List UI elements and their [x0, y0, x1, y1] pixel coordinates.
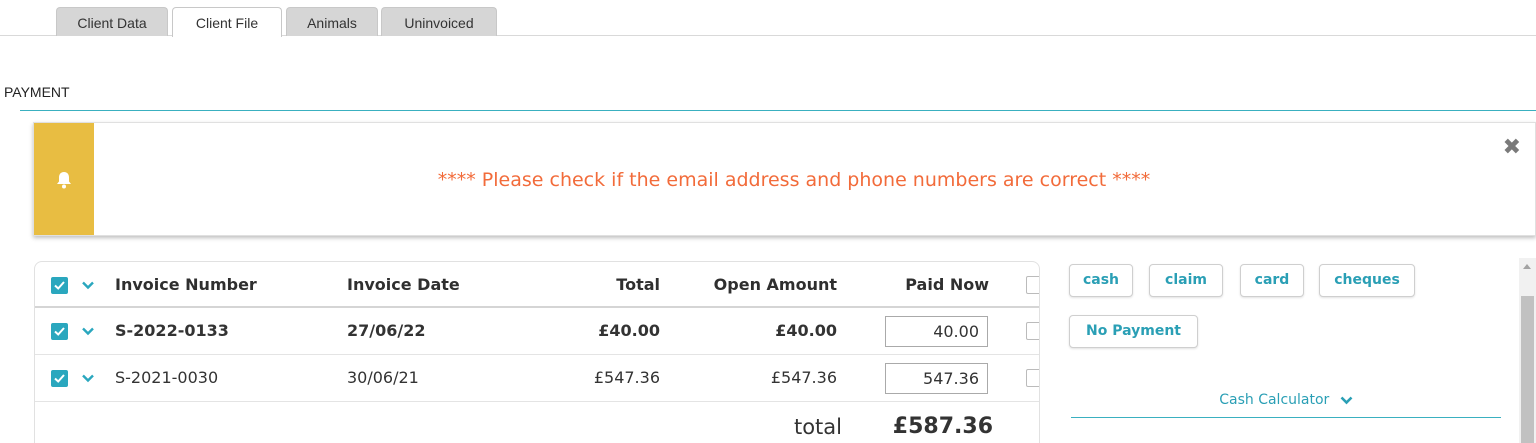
invoice-date: 30/06/21	[347, 368, 419, 387]
table-header-row: Invoice Number Invoice Date Total Open A…	[35, 262, 1039, 308]
invoice-total: £40.00	[598, 321, 660, 340]
paid-now-input[interactable]	[885, 316, 988, 347]
claim-button[interactable]: claim	[1149, 264, 1223, 297]
row-checkbox[interactable]	[51, 370, 68, 387]
section-title: PAYMENT	[4, 84, 70, 100]
tab-client-file[interactable]: Client File	[172, 7, 282, 37]
invoice-total: £547.36	[593, 368, 660, 387]
open-amount: £547.36	[770, 368, 837, 387]
check-icon	[54, 281, 65, 290]
scrollbar-thumb[interactable]	[1521, 296, 1534, 443]
table-row: S-2022-0133 27/06/22 £40.00 £40.00	[35, 308, 1039, 355]
close-icon[interactable]: ✖	[1503, 135, 1521, 160]
alert-banner: **** Please check if the email address a…	[33, 122, 1536, 236]
invoice-number: S-2021-0030	[115, 368, 219, 387]
table-total-row: total £587.36	[35, 402, 1039, 443]
invoice-table: Invoice Number Invoice Date Total Open A…	[34, 261, 1040, 443]
row-extra-checkbox[interactable]	[1026, 322, 1039, 340]
header-open-amount[interactable]: Open Amount	[685, 262, 837, 308]
row-checkbox[interactable]	[51, 323, 68, 340]
check-icon	[54, 327, 65, 336]
tab-uninvoiced[interactable]: Uninvoiced	[381, 7, 497, 36]
cash-button[interactable]: cash	[1069, 264, 1133, 297]
header-paid-now[interactable]: Paid Now	[855, 262, 989, 308]
bell-icon	[57, 172, 71, 189]
alert-message: **** Please check if the email address a…	[437, 169, 1151, 191]
chevron-down-icon[interactable]	[81, 324, 95, 338]
card-button[interactable]: card	[1240, 264, 1304, 297]
tab-animals[interactable]: Animals	[286, 7, 378, 36]
header-invoice-date[interactable]: Invoice Date	[347, 262, 460, 308]
chevron-down-icon[interactable]	[81, 371, 95, 385]
total-label: total	[793, 415, 842, 439]
cash-calculator-label: Cash Calculator	[1219, 392, 1330, 408]
invoice-date: 27/06/22	[347, 321, 426, 340]
alert-icon-panel	[34, 123, 94, 235]
tab-client-data[interactable]: Client Data	[56, 7, 168, 36]
select-all-checkbox[interactable]	[51, 277, 68, 294]
paid-now-input[interactable]	[885, 363, 988, 394]
cheques-button[interactable]: cheques	[1319, 264, 1415, 297]
header-total[interactable]: Total	[525, 262, 660, 308]
header-invoice-number[interactable]: Invoice Number	[115, 262, 257, 308]
scroll-up-arrow-icon[interactable]	[1523, 264, 1531, 269]
section-divider	[20, 110, 1536, 111]
tab-bar: Client Data Client File Animals Uninvoic…	[0, 0, 1536, 37]
table-row: S-2021-0030 30/06/21 £547.36 £547.36	[35, 355, 1039, 402]
open-amount: £40.00	[775, 321, 837, 340]
chevron-down-icon[interactable]	[81, 278, 95, 292]
chevron-down-icon	[1340, 396, 1353, 404]
scrollbar[interactable]	[1519, 258, 1536, 443]
invoice-number: S-2022-0133	[115, 321, 229, 340]
row-extra-checkbox[interactable]	[1026, 369, 1039, 387]
no-payment-button[interactable]: No Payment	[1069, 315, 1198, 348]
header-extra-checkbox[interactable]	[1026, 276, 1039, 294]
cash-calculator-toggle[interactable]: Cash Calculator	[1071, 382, 1501, 418]
total-value: £587.36	[892, 414, 993, 439]
check-icon	[54, 374, 65, 383]
